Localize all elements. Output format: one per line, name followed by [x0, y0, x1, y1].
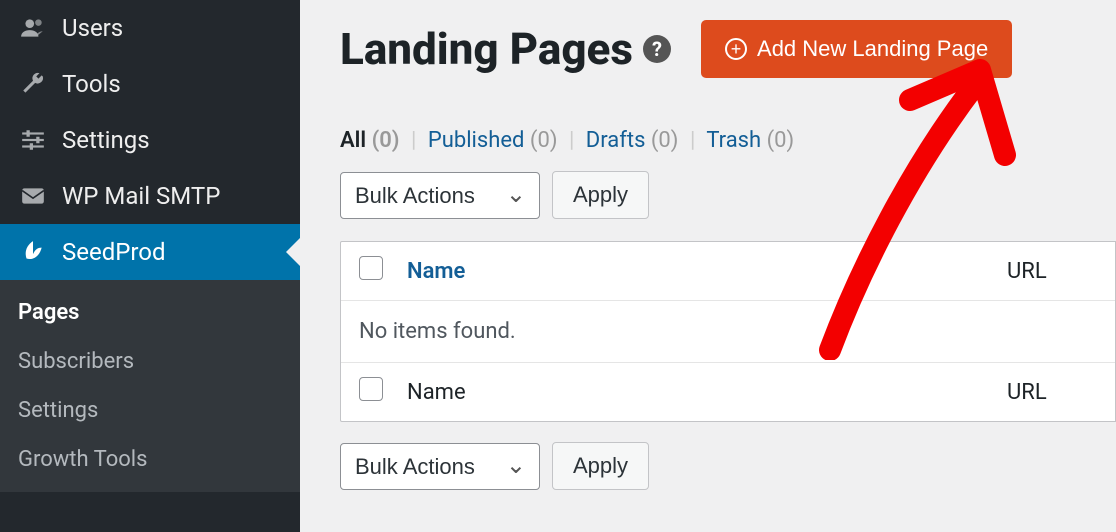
sidebar-label: SeedProd	[62, 238, 166, 266]
wrench-icon	[18, 71, 48, 97]
header-row: Landing Pages ? + Add New Landing Page	[340, 20, 1116, 78]
separator: |	[411, 128, 416, 153]
footer-url: URL	[1007, 380, 1097, 405]
sidebar-subsection: Pages Subscribers Settings Growth Tools	[0, 280, 300, 492]
apply-button-bottom[interactable]: Apply	[552, 442, 649, 490]
sidebar-subitem-subscribers[interactable]: Subscribers	[0, 337, 300, 386]
page-title: Landing Pages ?	[340, 23, 671, 75]
sidebar-item-seedprod[interactable]: SeedProd	[0, 224, 300, 280]
plus-circle-icon: +	[725, 38, 747, 60]
apply-button[interactable]: Apply	[552, 171, 649, 219]
header-url[interactable]: URL	[1007, 259, 1097, 284]
separator: |	[690, 128, 695, 153]
sidebar-label: Users	[62, 14, 123, 42]
table-footer: Name URL	[341, 363, 1115, 421]
sidebar-item-tools[interactable]: Tools	[0, 56, 300, 112]
sliders-icon	[18, 127, 48, 153]
bulk-actions-select[interactable]: Bulk Actions	[340, 172, 540, 219]
sidebar-item-wpmailsmtp[interactable]: WP Mail SMTP	[0, 168, 300, 224]
filter-drafts[interactable]: Drafts (0)	[586, 128, 679, 153]
select-all-checkbox[interactable]	[359, 256, 383, 280]
bulk-actions-top: Bulk Actions Apply	[340, 171, 1116, 219]
admin-sidebar: Users Tools Settings WP Mail SMTP SeedPr…	[0, 0, 300, 532]
sidebar-item-settings[interactable]: Settings	[0, 112, 300, 168]
sidebar-subitem-growth-tools[interactable]: Growth Tools	[0, 435, 300, 484]
sidebar-label: Tools	[62, 70, 121, 98]
separator: |	[569, 128, 574, 153]
users-icon	[18, 15, 48, 41]
sidebar-subitem-settings[interactable]: Settings	[0, 386, 300, 435]
mail-icon	[18, 183, 48, 209]
leaf-icon	[18, 239, 48, 265]
filter-trash[interactable]: Trash (0)	[706, 128, 794, 153]
page-title-text: Landing Pages	[340, 23, 633, 75]
header-name[interactable]: Name	[407, 259, 1007, 284]
main-content: Landing Pages ? + Add New Landing Page A…	[300, 0, 1116, 532]
sidebar-item-users[interactable]: Users	[0, 0, 300, 56]
bulk-actions-bottom: Bulk Actions Apply	[340, 442, 1116, 490]
bulk-actions-select-bottom[interactable]: Bulk Actions	[340, 443, 540, 490]
filter-all[interactable]: All (0)	[340, 128, 400, 153]
table-header: Name URL	[341, 242, 1115, 301]
select-all-checkbox-footer[interactable]	[359, 377, 383, 401]
empty-row: No items found.	[341, 301, 1115, 363]
footer-name: Name	[407, 380, 1007, 405]
add-new-landing-page-button[interactable]: + Add New Landing Page	[701, 20, 1012, 78]
sidebar-label: WP Mail SMTP	[62, 182, 220, 210]
add-button-label: Add New Landing Page	[757, 36, 988, 62]
help-icon[interactable]: ?	[643, 35, 671, 63]
filter-row: All (0) | Published (0) | Drafts (0) | T…	[340, 128, 1116, 153]
filter-published[interactable]: Published (0)	[428, 128, 558, 153]
landing-pages-table: Name URL No items found. Name URL	[340, 241, 1116, 422]
sidebar-subitem-pages[interactable]: Pages	[0, 288, 300, 337]
sidebar-label: Settings	[62, 126, 150, 154]
